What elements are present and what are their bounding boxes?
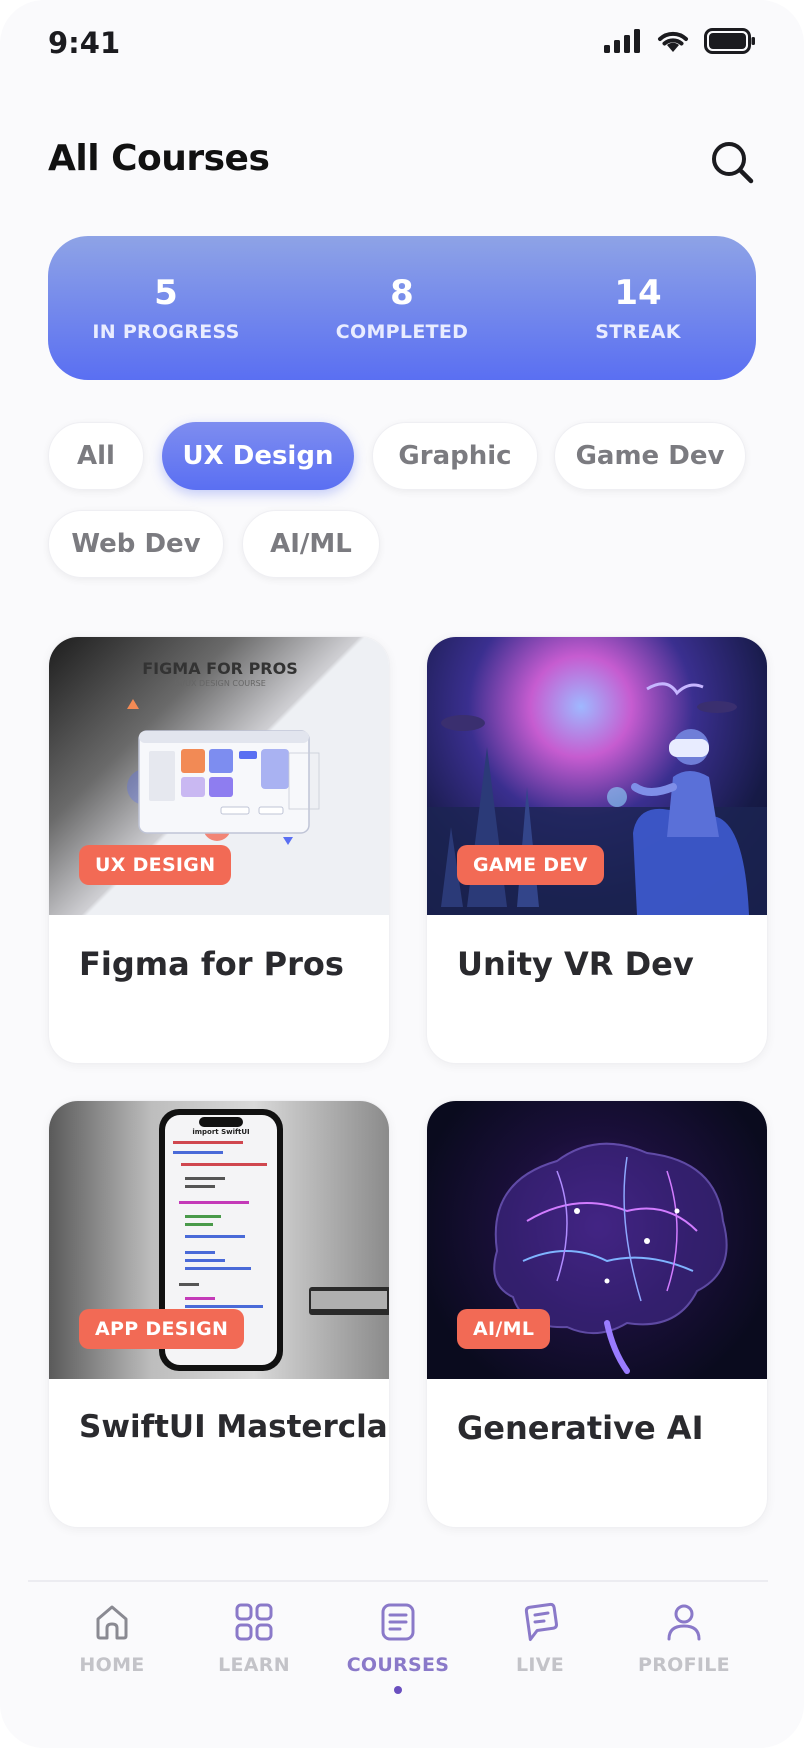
course-card-unity-vr[interactable]: GAME DEV Unity VR Dev	[426, 636, 768, 1064]
nav-item-learn[interactable]: LEARN	[184, 1602, 324, 1676]
course-card-swiftui[interactable]: import SwiftUI APP DESIGN SwiftUI Master…	[48, 1100, 390, 1528]
nav-item-profile[interactable]: PROFILE	[614, 1602, 754, 1676]
course-card-figma[interactable]: FIGMA FOR PROS UI/UX DESIGN COURSE UX DE…	[48, 636, 390, 1064]
category-badge: AI/ML	[457, 1309, 551, 1349]
nav-item-live[interactable]: LIVE	[470, 1602, 610, 1676]
category-badge: APP DESIGN	[79, 1309, 245, 1349]
course-thumbnail: FIGMA FOR PROS UI/UX DESIGN COURSE UX DE…	[49, 637, 389, 915]
stat-label: IN PROGRESS	[92, 321, 240, 343]
stat-value: 8	[390, 273, 414, 313]
phone-screen: 9:41 All Courses 5 IN PROGRESS 8 COMPLET…	[0, 0, 804, 1748]
nav-label: LEARN	[218, 1654, 290, 1676]
stats-banner: 5 IN PROGRESS 8 COMPLETED 14 STREAK	[48, 236, 756, 380]
chat-icon	[524, 1602, 558, 1642]
course-title: Figma for Pros	[79, 945, 344, 983]
battery-icon	[704, 28, 755, 54]
stat-in-progress: 5 IN PROGRESS	[48, 236, 284, 380]
course-thumbnail: GAME DEV	[427, 637, 767, 915]
grid-icon	[235, 1603, 273, 1641]
signal-icon	[604, 29, 640, 53]
nav-item-home[interactable]: HOME	[42, 1602, 182, 1676]
category-badge: UX DESIGN	[79, 845, 232, 885]
page-title: All Courses	[48, 138, 270, 179]
course-title: Unity VR Dev	[457, 945, 694, 983]
filter-chip-ai-ml[interactable]: AI/ML	[242, 510, 380, 578]
status-bar: 9:41	[0, 0, 804, 90]
thumb-code-header: import SwiftUI	[192, 1128, 250, 1136]
wifi-icon	[658, 31, 688, 52]
filter-chip-all[interactable]: All	[48, 422, 144, 490]
document-icon	[381, 1603, 415, 1641]
stat-value: 14	[614, 273, 662, 313]
search-icon	[712, 142, 754, 184]
course-title: Generative AI	[457, 1409, 704, 1447]
filter-chip-graphic[interactable]: Graphic	[372, 422, 538, 490]
stat-value: 5	[154, 273, 178, 313]
nav-item-courses[interactable]: COURSES	[328, 1602, 468, 1694]
stat-label: STREAK	[595, 321, 681, 343]
status-time: 9:41	[48, 26, 121, 60]
bottom-nav: HOME LEARN COURSES LIVE PROFILE	[28, 1580, 768, 1748]
stat-completed: 8 COMPLETED	[284, 236, 520, 380]
nav-label: LIVE	[515, 1654, 565, 1676]
nav-label: HOME	[79, 1654, 145, 1676]
filter-chip-game-dev[interactable]: Game Dev	[554, 422, 746, 490]
stat-label: COMPLETED	[335, 321, 469, 343]
course-thumbnail: import SwiftUI APP DESIGN	[49, 1101, 389, 1379]
nav-label: COURSES	[346, 1654, 450, 1676]
active-indicator	[394, 1686, 402, 1694]
filter-chip-ux-design[interactable]: UX Design	[162, 422, 354, 490]
category-badge: GAME DEV	[457, 845, 604, 885]
course-thumbnail: AI/ML	[427, 1101, 767, 1379]
status-icons	[604, 28, 756, 54]
nav-label: PROFILE	[638, 1654, 730, 1676]
course-card-generative-ai[interactable]: AI/ML Generative AI	[426, 1100, 768, 1528]
filter-chip-web-dev[interactable]: Web Dev	[48, 510, 224, 578]
search-button[interactable]	[708, 138, 756, 186]
home-icon	[96, 1605, 128, 1640]
stat-streak: 14 STREAK	[520, 236, 756, 380]
course-title: SwiftUI Masterclass	[79, 1409, 389, 1445]
user-icon	[667, 1604, 701, 1641]
